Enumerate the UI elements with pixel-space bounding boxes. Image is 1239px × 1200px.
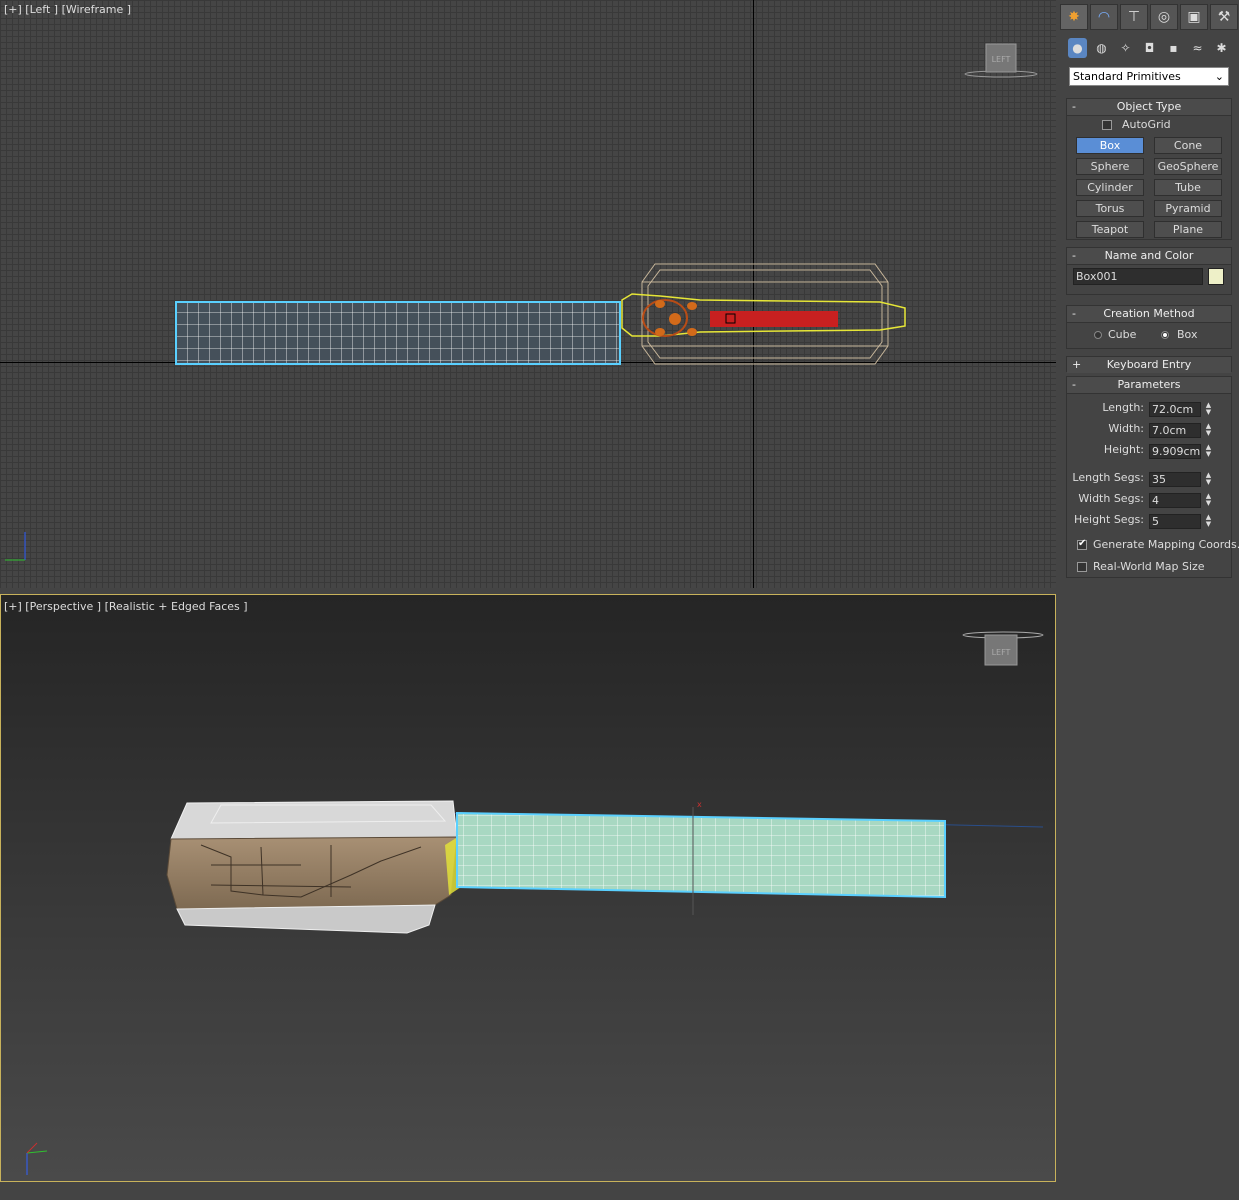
width-spinner[interactable]: ▲ ▼ [1204,423,1213,438]
chevron-down-icon: ⌄ [1214,70,1224,83]
height-segs-field[interactable]: 5 [1149,514,1201,529]
helpers-icon[interactable]: ▪ [1164,38,1183,58]
collapse-icon: - [1072,378,1076,391]
width-field[interactable]: 7.0cm [1149,423,1201,438]
autogrid-label: AutoGrid [1122,118,1171,131]
length-field[interactable]: 72.0cm [1149,402,1201,417]
perspective-axis-tripod [26,1142,48,1175]
utilities-tab[interactable]: ⚒ [1210,4,1238,30]
keyboard-entry-rollout: + Keyboard Entry [1066,356,1232,373]
width-segs-label: Width Segs: [1078,492,1144,505]
pyramid-button[interactable]: Pyramid [1154,200,1222,217]
parameters-header[interactable]: - Parameters [1067,377,1231,394]
primitives-dropdown[interactable]: Standard Primitives ⌄ [1069,67,1229,86]
length-spinner[interactable]: ▲ ▼ [1204,402,1213,417]
lights-icon[interactable]: ✧ [1116,38,1135,58]
hierarchy-tab[interactable]: ⊤ [1120,4,1148,30]
tube-button[interactable]: Tube [1154,179,1222,196]
svg-text:LEFT: LEFT [992,648,1011,657]
svg-text:LEFT: LEFT [992,55,1011,64]
spacewarps-icon[interactable]: ≈ [1188,38,1207,58]
cameras-icon[interactable]: ◘ [1140,38,1159,58]
perspective-viewport[interactable]: [+] [Perspective ] [Realistic + Edged Fa… [0,594,1056,1182]
viewcube[interactable]: LEFT [962,40,1040,85]
width-segs-field[interactable]: 4 [1149,493,1201,508]
curve-icon: ◠ [1097,9,1111,25]
cylinder-button[interactable]: Cylinder [1076,179,1144,196]
shapes-icon[interactable]: ◍ [1092,38,1111,58]
width-segs-spinner[interactable]: ▲ ▼ [1204,493,1213,508]
hammer-icon: ⚒ [1217,9,1231,25]
selected-box-solid [456,811,946,899]
length-label: Length: [1102,401,1144,414]
perspective-viewcube[interactable]: LEFT [961,625,1045,672]
generate-mapping-checkbox[interactable] [1077,538,1087,550]
display-tab[interactable]: ▣ [1180,4,1208,30]
left-viewport-scene [5,263,906,561]
object-name-field[interactable]: Box001 [1073,268,1203,285]
selected-box-wireframe [175,301,621,365]
primitives-dropdown-value: Standard Primitives [1073,70,1181,83]
height-segs-label: Height Segs: [1073,513,1144,526]
object-color-swatch[interactable] [1208,268,1224,285]
systems-icon[interactable]: ✱ [1212,38,1231,58]
height-spinner[interactable]: ▲ ▼ [1204,444,1213,459]
hammer-head-solid [166,800,458,934]
length-segs-field[interactable]: 35 [1149,472,1201,487]
axis-tripod [5,532,26,561]
length-segs-label: Length Segs: [1072,471,1144,484]
real-world-map-checkbox[interactable] [1077,562,1087,572]
height-label: Height: [1103,443,1144,456]
modify-tab[interactable]: ◠ [1090,4,1118,30]
cube-radio-label: Cube [1108,328,1137,341]
generate-mapping-label: Generate Mapping Coords. [1093,538,1239,551]
create-subcategories: ● ◍ ✧ ◘ ▪ ≈ ✱ [1068,38,1231,58]
collapse-icon: - [1072,249,1076,262]
real-world-map-label: Real-World Map Size [1093,560,1205,573]
sun-icon: ✸ [1068,9,1080,25]
length-segs-spinner[interactable]: ▲ ▼ [1204,472,1213,487]
command-panel-tabs: ✸ ◠ ⊤ ◎ ▣ ⚒ [1060,4,1238,30]
motion-icon: ◎ [1157,9,1171,25]
width-label: Width: [1108,422,1144,435]
plane-button[interactable]: Plane [1154,221,1222,238]
box-button[interactable]: Box [1076,137,1144,154]
autogrid-checkbox[interactable] [1102,120,1112,130]
create-tab[interactable]: ✸ [1060,4,1088,30]
keyboard-entry-header[interactable]: + Keyboard Entry [1067,357,1231,373]
geometry-icon[interactable]: ● [1068,38,1087,58]
height-segs-spinner[interactable]: ▲ ▼ [1204,514,1213,529]
hierarchy-icon: ⊤ [1127,9,1141,25]
box-radio-label: Box [1177,328,1198,341]
parameters-rollout: - Parameters Length: 72.0cm ▲ ▼ Width: 7.0… [1066,376,1239,578]
object-type-header[interactable]: - Object Type [1067,99,1231,116]
left-viewport[interactable]: [+] [Left ] [Wireframe ] LEFT [0,0,1056,588]
collapse-icon: - [1072,307,1076,320]
creation-method-header[interactable]: - Creation Method [1067,306,1231,323]
cube-radio[interactable] [1094,331,1102,339]
teapot-button[interactable]: Teapot [1076,221,1144,238]
creation-method-rollout: - Creation Method Cube Box [1066,305,1232,349]
collapse-icon: - [1072,100,1076,113]
sphere-button[interactable]: Sphere [1076,158,1144,175]
expand-icon: + [1072,358,1082,371]
motion-tab[interactable]: ◎ [1150,4,1178,30]
perspective-scene: x [26,800,1044,1175]
object-type-rollout: - Object Type AutoGrid Box Cone Sphere Ge… [1066,98,1232,240]
cone-button[interactable]: Cone [1154,137,1222,154]
geosphere-button[interactable]: GeoSphere [1154,158,1222,175]
torus-button[interactable]: Torus [1076,200,1144,217]
height-field[interactable]: 9.909cm [1149,444,1201,459]
name-and-color-rollout: - Name and Color Box001 [1066,247,1232,295]
handle-wireframe [621,293,906,337]
box-radio[interactable] [1161,331,1169,339]
name-and-color-header[interactable]: - Name and Color [1067,248,1231,265]
command-panel: ✸ ◠ ⊤ ◎ ▣ ⚒ ● ◍ ✧ ◘ ▪ ≈ ✱ Standard Primi… [1060,0,1239,1200]
display-icon: ▣ [1187,9,1201,25]
svg-text:x: x [697,800,702,809]
